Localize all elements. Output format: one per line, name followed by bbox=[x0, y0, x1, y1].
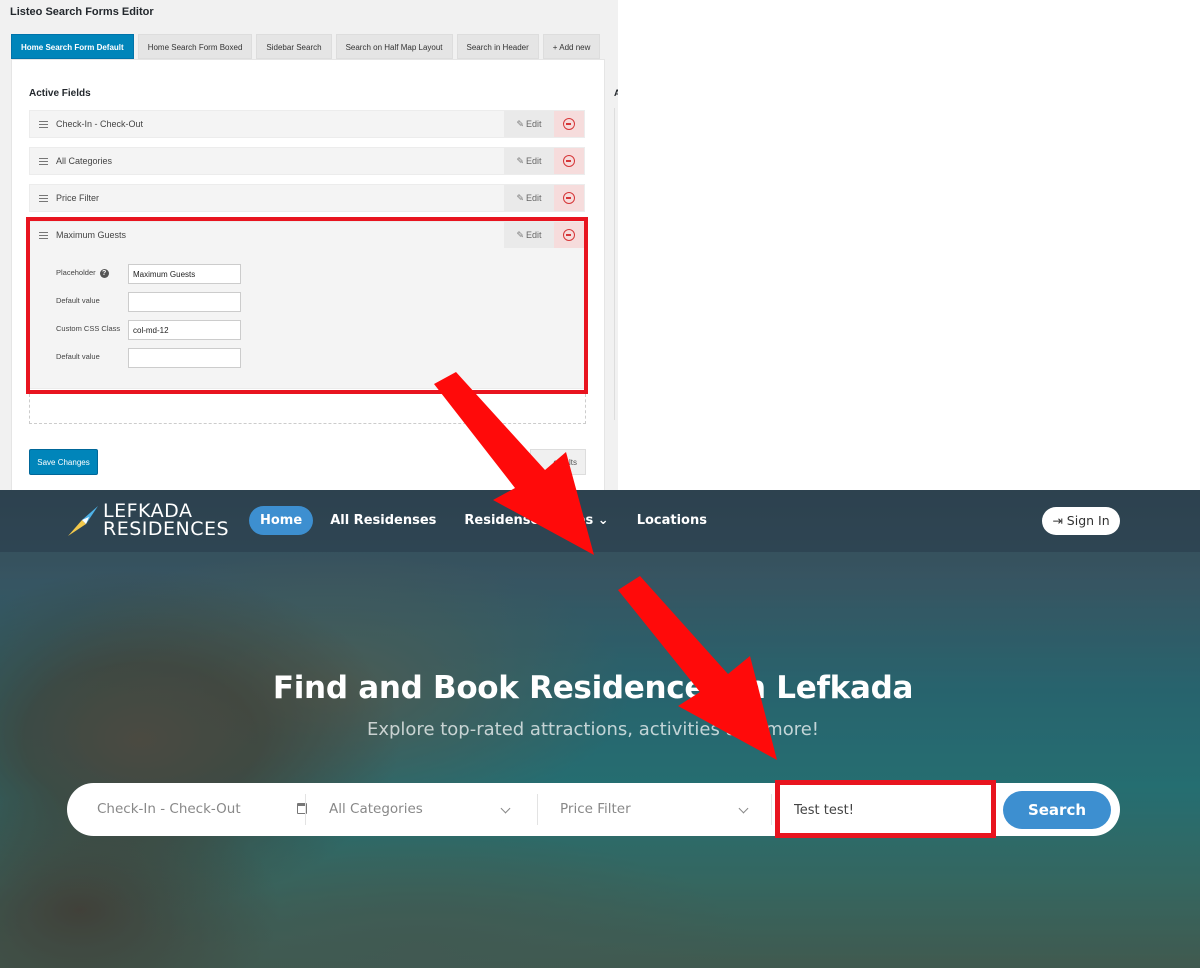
field-label: All Categories bbox=[56, 156, 113, 166]
restore-defaults-button[interactable]: efaults bbox=[530, 449, 586, 475]
field-row-all-categories[interactable]: All Categories ✎ Edit bbox=[29, 147, 585, 175]
chevron-down-icon bbox=[738, 803, 749, 814]
tab-search-in-header[interactable]: Search in Header bbox=[456, 34, 539, 59]
date-range-placeholder: Check-In - Check-Out bbox=[97, 801, 241, 817]
drop-zone[interactable] bbox=[29, 394, 586, 424]
pencil-icon: ✎ bbox=[516, 193, 525, 203]
sign-in-button[interactable]: ⇥ Sign In bbox=[1042, 507, 1120, 535]
price-filter-select[interactable]: Price Filter bbox=[560, 783, 750, 836]
site-hero: LEFKADA RESIDENCES Home All Residenses R… bbox=[0, 490, 1200, 968]
search-button[interactable]: Search bbox=[1003, 791, 1111, 829]
drag-handle-icon[interactable] bbox=[39, 121, 48, 128]
site-header: LEFKADA RESIDENCES Home All Residenses R… bbox=[0, 490, 1200, 552]
categories-select[interactable]: All Categories bbox=[329, 783, 519, 836]
field-row-price-filter[interactable]: Price Filter ✎ Edit bbox=[29, 184, 585, 212]
available-fields-column bbox=[614, 108, 618, 420]
minus-circle-icon bbox=[563, 155, 575, 167]
site-logo[interactable]: LEFKADA RESIDENCES bbox=[103, 502, 230, 540]
edit-label: Edit bbox=[526, 119, 542, 129]
sign-in-label: Sign In bbox=[1066, 513, 1110, 528]
divider bbox=[771, 794, 772, 825]
field-row-check-in[interactable]: Check-In - Check-Out ✎ Edit bbox=[29, 110, 585, 138]
pencil-icon: ✎ bbox=[516, 119, 525, 129]
tab-home-search-form-default[interactable]: Home Search Form Default bbox=[11, 34, 134, 59]
hero-subtitle: Explore top-rated attractions, activitie… bbox=[366, 719, 820, 740]
drag-handle-icon[interactable] bbox=[39, 158, 48, 165]
nav-home[interactable]: Home bbox=[249, 506, 314, 535]
minus-circle-icon bbox=[563, 118, 575, 130]
field-label: Check-In - Check-Out bbox=[56, 119, 144, 129]
tab-add-new[interactable]: + Add new bbox=[542, 34, 601, 59]
date-range-field[interactable]: Check-In - Check-Out bbox=[97, 783, 307, 836]
remove-button[interactable] bbox=[554, 111, 584, 137]
admin-editor: Listeo Search Forms Editor Home Search F… bbox=[0, 0, 618, 490]
save-changes-button[interactable]: Save Changes bbox=[29, 449, 98, 475]
edit-label: Edit bbox=[526, 156, 542, 166]
tab-home-search-form-boxed[interactable]: Home Search Form Boxed bbox=[137, 34, 253, 59]
drag-handle-icon[interactable] bbox=[39, 195, 48, 202]
active-fields-title: Active Fields bbox=[29, 88, 91, 99]
form-tabs: Home Search Form Default Home Search For… bbox=[11, 34, 601, 59]
edit-label: Edit bbox=[526, 193, 542, 203]
minus-circle-icon bbox=[563, 192, 575, 204]
main-nav: Home All Residenses Residenses Types ⌄ L… bbox=[249, 506, 718, 535]
edit-button[interactable]: ✎ Edit bbox=[504, 111, 554, 137]
divider bbox=[305, 794, 306, 825]
remove-button[interactable] bbox=[554, 148, 584, 174]
sign-in-icon: ⇥ bbox=[1052, 513, 1067, 528]
compass-logo-icon bbox=[68, 506, 98, 536]
nav-locations[interactable]: Locations bbox=[626, 506, 718, 535]
highlight-box-site bbox=[775, 780, 996, 838]
editor-title: Listeo Search Forms Editor bbox=[10, 6, 154, 18]
highlight-box-admin bbox=[26, 217, 588, 394]
divider bbox=[537, 794, 538, 825]
edit-button[interactable]: ✎ Edit bbox=[504, 148, 554, 174]
available-fields-title: A bbox=[614, 88, 618, 98]
nav-all-residenses[interactable]: All Residenses bbox=[319, 506, 447, 535]
logo-line-2: RESIDENCES bbox=[103, 518, 230, 540]
hero-title: Find and Book Residences in Lefkada bbox=[272, 670, 914, 706]
field-label: Price Filter bbox=[56, 193, 100, 203]
pencil-icon: ✎ bbox=[516, 156, 525, 166]
tab-sidebar-search[interactable]: Sidebar Search bbox=[256, 34, 332, 59]
chevron-down-icon bbox=[500, 803, 511, 814]
remove-button[interactable] bbox=[554, 185, 584, 211]
categories-value: All Categories bbox=[329, 801, 423, 817]
price-filter-value: Price Filter bbox=[560, 801, 631, 817]
nav-residenses-types[interactable]: Residenses Types ⌄ bbox=[453, 506, 619, 535]
tab-search-half-map[interactable]: Search on Half Map Layout bbox=[335, 34, 453, 59]
edit-button[interactable]: ✎ Edit bbox=[504, 185, 554, 211]
